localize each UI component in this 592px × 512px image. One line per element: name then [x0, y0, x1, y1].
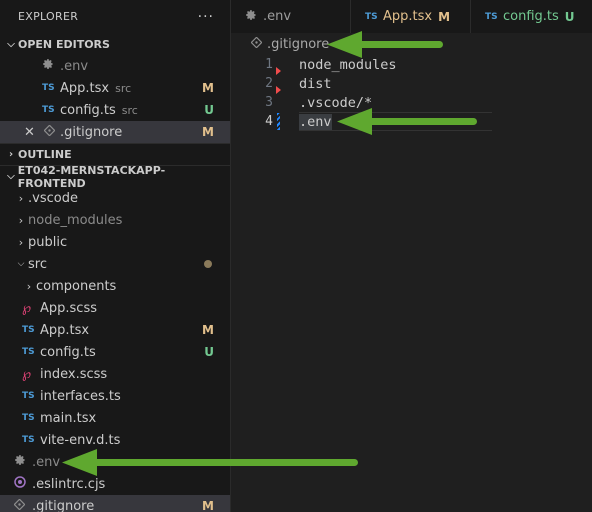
arrow-icon [337, 108, 477, 135]
arrow-icon [62, 449, 358, 476]
annotation-arrows [62, 31, 477, 476]
arrow-icon [327, 31, 443, 58]
